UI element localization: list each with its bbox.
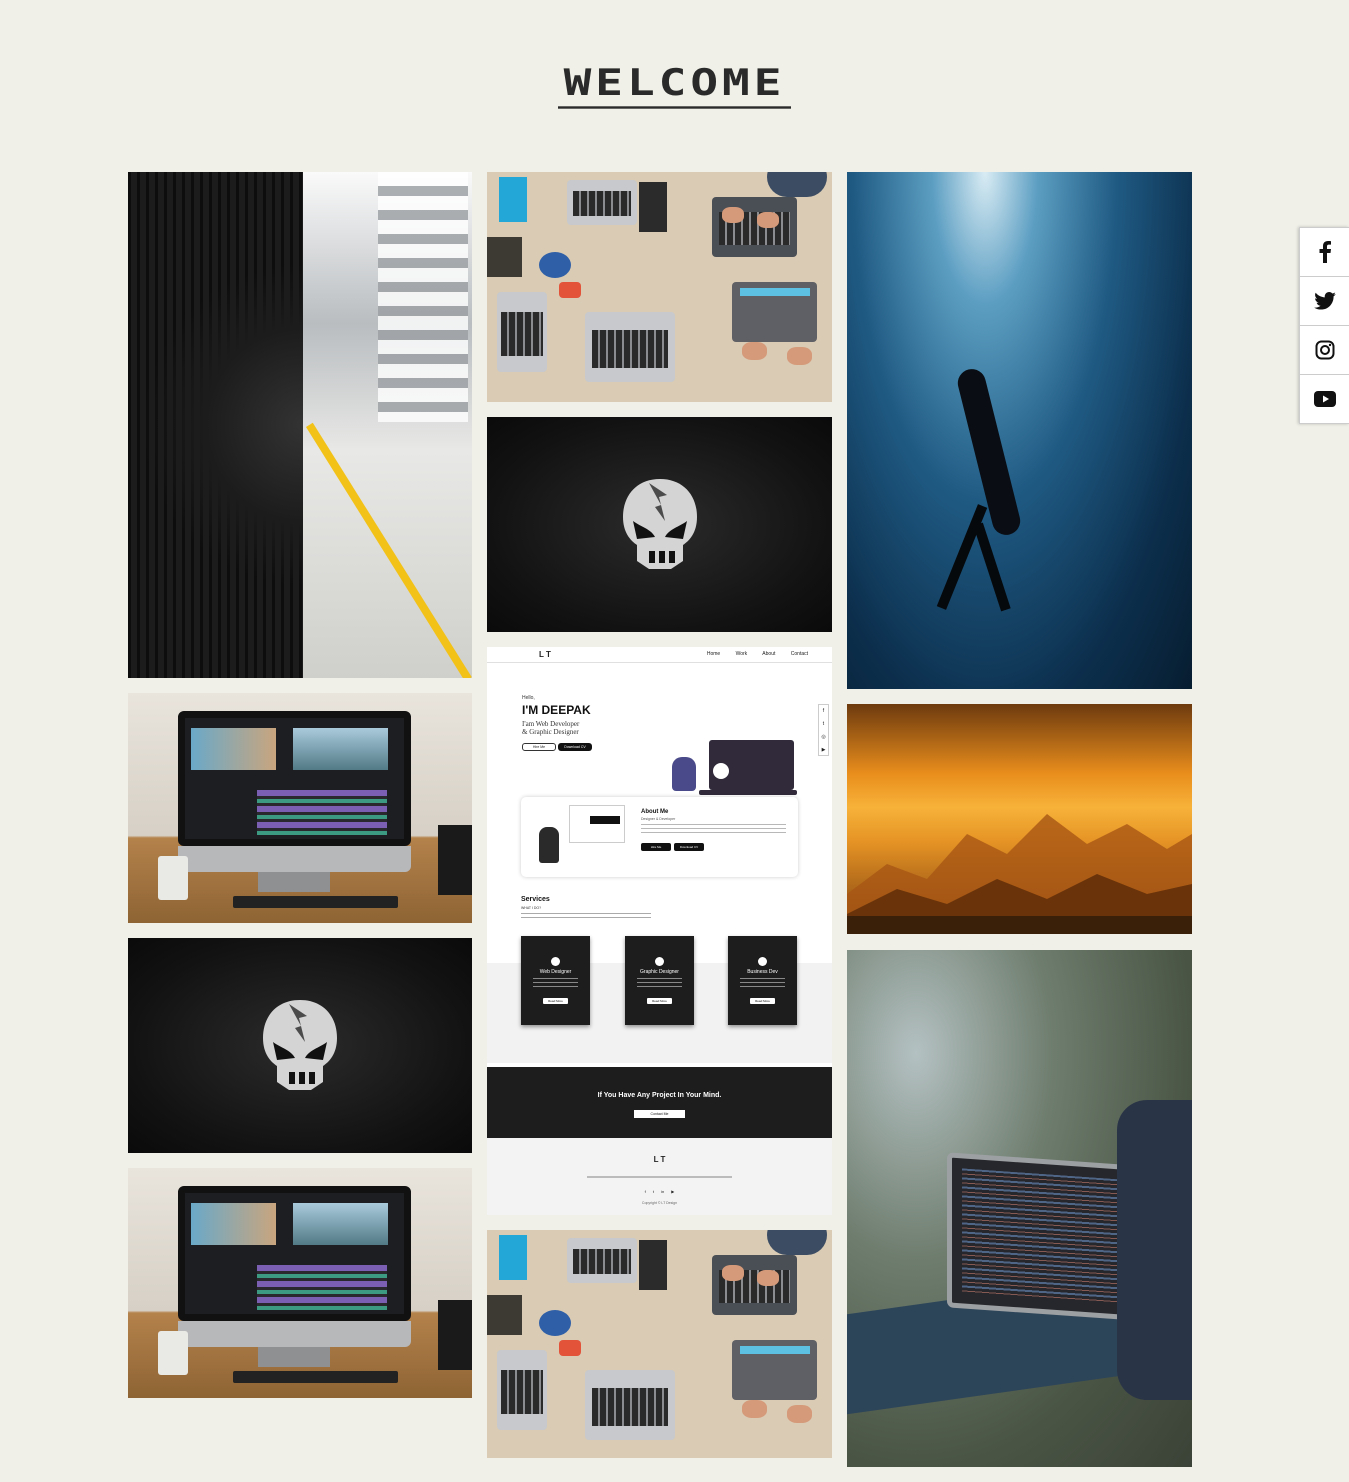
youtube-button[interactable] <box>1299 374 1349 424</box>
mockup-about-card: About Me Designer & Developer Hire Me Do… <box>521 797 798 877</box>
skull-icon <box>622 478 697 569</box>
gallery-image-freediver[interactable] <box>847 172 1192 689</box>
welcome-title: WELCOME <box>557 58 792 109</box>
mockup-cv-button: Download CV <box>558 743 592 751</box>
mockup-footer-icons: f t in ▶ <box>644 1189 675 1194</box>
diver-body <box>954 366 1024 538</box>
gallery-image-imac-editing[interactable] <box>128 693 472 923</box>
keyboard <box>233 1371 398 1383</box>
facebook-button[interactable] <box>1299 227 1349 277</box>
imac-screen <box>178 1186 411 1321</box>
mockup-role-1: I'am Web Developer <box>522 720 580 728</box>
imac-chin <box>178 1321 411 1347</box>
twitter-button[interactable] <box>1299 276 1349 326</box>
mockup-hello: Hello, <box>522 695 535 701</box>
instagram-icon <box>1315 340 1334 360</box>
mockup-hire-button: Hire Me <box>522 743 556 751</box>
page-header: WELCOME <box>0 52 1349 115</box>
instagram-button[interactable] <box>1299 325 1349 375</box>
tunnel-wall <box>128 172 303 678</box>
mockup-service-card: Business Dev Read More <box>728 936 797 1025</box>
mockup-about-figure <box>539 827 559 863</box>
mockup-cta-button: Contact Me <box>634 1110 685 1118</box>
mockup-nav-links: Home Work About Contact <box>706 651 808 657</box>
mockup-services-title: Services <box>521 896 550 903</box>
facebook-icon <box>1319 241 1331 263</box>
mockup-social-bar: f t ◎ ▶ <box>818 704 829 756</box>
mockup-cta-text: If You Have Any Project In Your Mind. <box>597 1092 722 1099</box>
mockup-copyright: Copyright © LT Design <box>641 1201 678 1205</box>
mockup-about-window <box>569 805 625 843</box>
mockup-about-hire-button: Hire Me <box>641 843 671 851</box>
mockup-service-card: Web Designer Read More <box>521 936 590 1025</box>
gallery-image-imac-editing-2[interactable] <box>128 1168 472 1398</box>
gallery-image-mountains-sunset[interactable] <box>847 704 1192 934</box>
gallery-image-skull-logo-2[interactable] <box>487 417 832 632</box>
keyboard <box>233 896 398 908</box>
mockup-cta-section: If You Have Any Project In Your Mind. Co… <box>487 1067 832 1138</box>
mockup-illustration-person <box>672 757 696 791</box>
gallery-image-laptop-coding[interactable] <box>847 950 1192 1467</box>
mockup-nav: L T Home Work About Contact <box>487 647 832 663</box>
speaker <box>438 1300 472 1370</box>
mockup-logo: L T <box>539 650 551 659</box>
speaker <box>438 825 472 895</box>
mockup-name: I'M DEEPAK <box>522 703 591 717</box>
gallery-image-desk-workspace-2[interactable] <box>487 1230 832 1458</box>
gallery-image-portfolio-mockup[interactable]: L T Home Work About Contact Hello, I'M D… <box>487 647 832 1215</box>
imac-stand <box>258 872 330 892</box>
youtube-icon <box>1313 391 1336 407</box>
imac-stand <box>258 1347 330 1367</box>
skull-icon <box>263 999 337 1090</box>
twitter-icon <box>1313 292 1336 310</box>
social-sidebar <box>1299 227 1349 424</box>
mug <box>158 1331 188 1375</box>
arm <box>1117 1100 1192 1400</box>
mockup-footer-logo: L T <box>653 1155 666 1164</box>
gallery-image-subway-tunnel[interactable] <box>128 172 472 678</box>
ceiling-lights <box>378 172 468 422</box>
imac-screen <box>178 711 411 846</box>
diver-fin <box>973 522 1011 612</box>
mockup-service-card: Graphic Designer Read More <box>625 936 694 1025</box>
diver-fin <box>936 504 988 610</box>
imac-chin <box>178 846 411 872</box>
gallery-image-skull-logo[interactable] <box>128 938 472 1153</box>
mockup-illustration-laptop <box>709 740 794 790</box>
mockup-role-2: & Graphic Designer <box>522 728 579 736</box>
mockup-about-title: About Me <box>641 809 669 815</box>
mountain-silhouette <box>847 814 1192 934</box>
mockup-about-subtitle: Designer & Developer <box>641 817 676 821</box>
mockup-footer: L T f t in ▶ Copyright © LT Design <box>487 1138 832 1215</box>
mug <box>158 856 188 900</box>
mockup-services-subtitle: WHAT I DO? <box>521 906 542 910</box>
mockup-about-cv-button: Download CV <box>674 843 704 851</box>
gallery-image-desk-workspace[interactable] <box>487 172 832 402</box>
